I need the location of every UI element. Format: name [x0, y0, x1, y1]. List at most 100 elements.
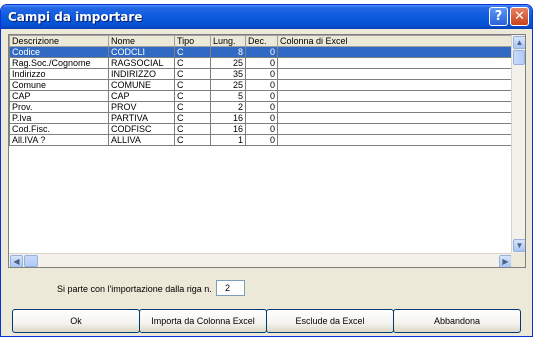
type-cell	[175, 226, 211, 236]
column-header[interactable]: Tipo	[174, 35, 211, 47]
table-row[interactable]	[10, 176, 514, 186]
length-cell: 25	[210, 57, 246, 69]
table-row[interactable]: Prov. PROV C 2 0	[9, 101, 514, 113]
excel-column-cell[interactable]	[277, 101, 514, 113]
exclude-from-excel-button[interactable]: Esclude da Excel	[266, 309, 394, 333]
table-row[interactable]	[10, 186, 514, 196]
decimals-cell: 0	[245, 101, 278, 113]
excel-column-cell[interactable]	[278, 156, 514, 166]
scroll-left-button[interactable]: ◀	[10, 255, 23, 267]
decimals-cell: 0	[245, 79, 278, 91]
column-header[interactable]: Descrizione	[9, 35, 109, 47]
import-from-excel-column-button[interactable]: Importa da Colonna Excel	[139, 309, 267, 333]
column-header[interactable]: Nome	[108, 35, 175, 47]
excel-column-cell[interactable]	[278, 226, 514, 236]
window-title: Campi da importare	[8, 10, 143, 24]
excel-column-cell[interactable]	[277, 134, 514, 146]
excel-column-cell[interactable]	[278, 206, 514, 216]
type-cell	[175, 236, 211, 246]
excel-column-cell[interactable]	[277, 46, 514, 58]
decimals-cell	[246, 196, 278, 206]
name-cell	[109, 166, 175, 176]
name-cell	[109, 146, 175, 157]
name-cell: RAGSOCIAL	[108, 57, 175, 69]
table-row[interactable]: CAP CAP C 5 0	[9, 90, 514, 102]
decimals-cell: 0	[245, 90, 278, 102]
name-cell	[109, 176, 175, 186]
horizontal-scroll-thumb[interactable]	[24, 255, 38, 267]
excel-column-cell[interactable]	[278, 146, 514, 157]
column-header[interactable]: Dec.	[245, 35, 278, 47]
table-row[interactable]	[10, 206, 514, 216]
type-cell	[175, 146, 211, 157]
table-row[interactable]	[10, 146, 514, 157]
name-cell: CODFISC	[108, 123, 175, 135]
name-cell: COMUNE	[108, 79, 175, 91]
abort-button[interactable]: Abbandona	[393, 309, 521, 333]
length-cell: 16	[210, 123, 246, 135]
description-cell	[10, 216, 109, 226]
length-cell	[211, 146, 246, 157]
length-cell: 35	[210, 68, 246, 80]
table-row[interactable]: Comune COMUNE C 25 0	[9, 79, 514, 91]
table-row[interactable]	[10, 236, 514, 246]
scroll-down-button[interactable]: ▼	[513, 239, 525, 252]
vertical-scroll-thumb[interactable]	[513, 50, 525, 65]
description-cell: Comune	[9, 79, 109, 91]
title-bar[interactable]: Campi da importare ? ✕	[1, 5, 532, 29]
table-row[interactable]	[10, 226, 514, 236]
table-row[interactable]: P.Iva PARTIVA C 16 0	[9, 112, 514, 124]
name-cell: PARTIVA	[108, 112, 175, 124]
excel-column-cell[interactable]	[278, 186, 514, 196]
vertical-scrollbar[interactable]: ▲ ▼	[511, 35, 525, 253]
excel-column-cell[interactable]	[277, 123, 514, 135]
type-cell: C	[174, 68, 211, 80]
name-cell: CODCLI	[108, 46, 175, 58]
excel-column-cell[interactable]	[277, 112, 514, 124]
table-row[interactable]: Codice CODCLI C 8 0	[9, 46, 514, 58]
table-row[interactable]: All.IVA ? ALLIVA C 1 0	[9, 134, 514, 146]
table-row[interactable]: Cod.Fisc. CODFISC C 16 0	[9, 123, 514, 135]
table-body: Codice CODCLI C 8 0 Rag.Soc./Cognome RAGSOCIAL…	[9, 46, 514, 247]
table-row[interactable]: Indirizzo INDIRIZZO C 35 0	[9, 68, 514, 80]
column-header[interactable]: Lung.	[210, 35, 246, 47]
name-cell: INDIRIZZO	[108, 68, 175, 80]
excel-column-cell[interactable]	[278, 176, 514, 186]
description-cell: Indirizzo	[9, 68, 109, 80]
table-row[interactable]	[10, 196, 514, 206]
close-button[interactable]: ✕	[510, 7, 529, 26]
description-cell: CAP	[9, 90, 109, 102]
name-cell	[109, 226, 175, 236]
fields-grid[interactable]: Descrizione Nome Tipo Lung. Dec. Colonna di E…	[8, 34, 526, 268]
excel-column-cell[interactable]	[278, 216, 514, 226]
name-cell: CAP	[108, 90, 175, 102]
table-row[interactable]: Rag.Soc./Cognome RAGSOCIAL C 25 0	[9, 57, 514, 69]
description-cell: Cod.Fisc.	[9, 123, 109, 135]
excel-column-cell[interactable]	[278, 166, 514, 176]
decimals-cell	[246, 166, 278, 176]
table-row[interactable]	[10, 166, 514, 176]
excel-column-cell[interactable]	[278, 236, 514, 246]
scroll-up-button[interactable]: ▲	[513, 36, 525, 49]
ok-button[interactable]: Ok	[12, 309, 140, 333]
description-cell	[10, 236, 109, 246]
type-cell: C	[174, 101, 211, 113]
type-cell: C	[174, 46, 211, 58]
table-row[interactable]	[10, 216, 514, 226]
excel-column-cell[interactable]	[277, 90, 514, 102]
type-cell: C	[174, 112, 211, 124]
excel-column-cell[interactable]	[277, 57, 514, 69]
excel-column-cell[interactable]	[278, 196, 514, 206]
length-cell: 1	[210, 134, 246, 146]
column-header[interactable]: Colonna di Excel	[277, 35, 514, 47]
length-cell	[211, 196, 246, 206]
description-cell: All.IVA ?	[9, 134, 109, 146]
name-cell	[109, 186, 175, 196]
table-row[interactable]	[10, 156, 514, 166]
excel-column-cell[interactable]	[277, 68, 514, 80]
excel-column-cell[interactable]	[277, 79, 514, 91]
horizontal-scrollbar[interactable]: ◀ ▶	[9, 253, 513, 267]
help-button[interactable]: ?	[489, 7, 508, 26]
decimals-cell	[246, 186, 278, 196]
start-row-input[interactable]: 2	[216, 280, 245, 296]
